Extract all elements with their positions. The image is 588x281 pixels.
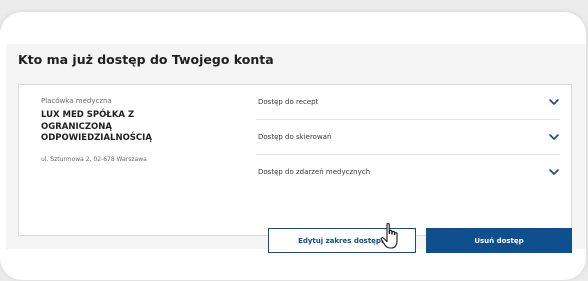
facility-name: LUX MED SPÓŁKA Z OGRANICZONĄ ODPOWIEDZIA… (41, 110, 152, 143)
facility-address: ul. Szturmowa 2, 02-678 Warszawa (41, 156, 147, 163)
access-list: Dostęp do recept Dostęp do skierowań Dos… (256, 85, 560, 190)
chevron-down-icon[interactable] (548, 166, 560, 178)
access-panel: Kto ma już dostęp do Twojego konta Placó… (6, 44, 586, 253)
mouse-pointer-icon (380, 223, 398, 249)
section-title: Kto ma już dostęp do Twojego konta (18, 52, 274, 67)
facility-label: Placówka medyczna (41, 97, 112, 105)
access-row-medical-events[interactable]: Dostęp do zdarzeń medycznych (256, 155, 560, 190)
access-row-prescriptions[interactable]: Dostęp do recept (256, 85, 560, 120)
access-label: Dostęp do recept (258, 98, 319, 106)
access-row-referrals[interactable]: Dostęp do skierowań (256, 120, 560, 155)
chevron-down-icon[interactable] (548, 96, 560, 108)
access-entry: Placówka medyczna LUX MED SPÓŁKA Z OGRAN… (18, 84, 572, 253)
remove-access-button[interactable]: Usuń dostęp (426, 228, 572, 253)
access-label: Dostęp do zdarzeń medycznych (258, 168, 371, 176)
access-label: Dostęp do skierowań (258, 133, 332, 141)
chevron-down-icon[interactable] (548, 131, 560, 143)
